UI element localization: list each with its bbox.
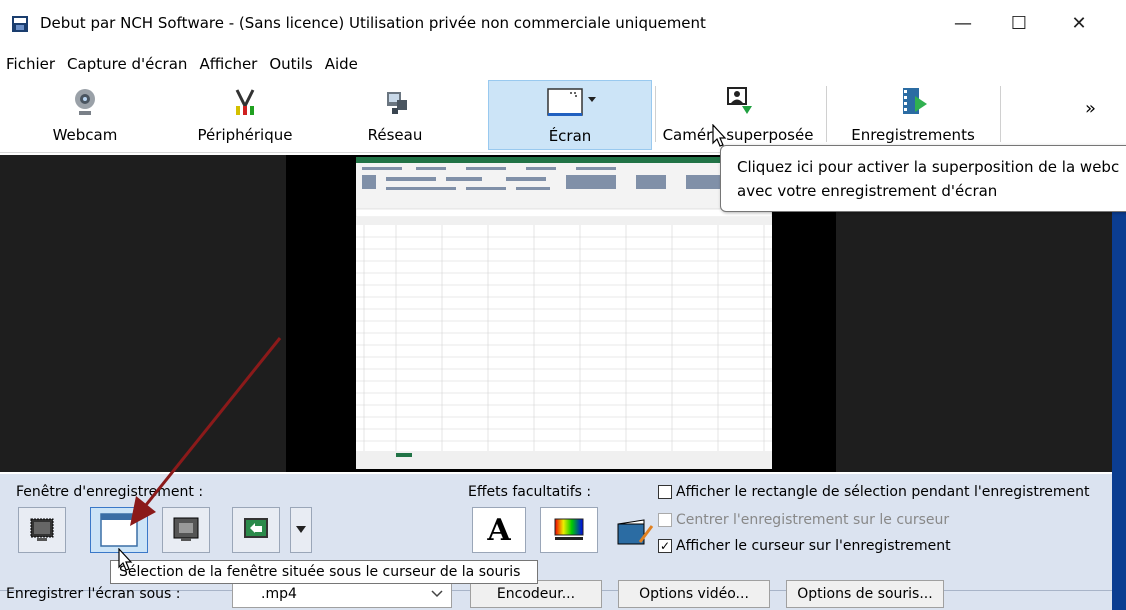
- annotation-arrow: [130, 337, 282, 526]
- toolbar-reseau-label: Réseau: [367, 126, 423, 144]
- save-as-label: Enregistrer l'écran sous :: [6, 586, 181, 602]
- checkbox-box[interactable]: [658, 485, 672, 499]
- window-title: Debut par NCH Software - (Sans licence) …: [40, 14, 706, 32]
- spreadsheet-preview-image: [356, 157, 772, 469]
- network-icon: [387, 92, 407, 114]
- checkbox-box[interactable]: ✓: [658, 539, 672, 553]
- toolbar-reseau[interactable]: Réseau: [350, 80, 440, 150]
- mouse-cursor-icon: [118, 548, 133, 571]
- mouse-cursor-icon: [712, 124, 727, 147]
- toolbar-peripherique-label: Périphérique: [197, 126, 293, 144]
- menu-capture[interactable]: Capture d'écran: [61, 50, 193, 78]
- minimize-button[interactable]: —: [940, 6, 986, 40]
- region-dropdown-button[interactable]: [290, 507, 312, 553]
- chevron-down-icon: [296, 526, 306, 533]
- menu-bar: Fichier Capture d'écran Afficher Outils …: [0, 50, 364, 78]
- desktop-background-strip: [1112, 152, 1126, 610]
- toolbar-webcam[interactable]: Webcam: [40, 80, 130, 150]
- toolbar-separator: [655, 86, 656, 142]
- color-effect-button[interactable]: [540, 507, 598, 553]
- menu-fichier[interactable]: Fichier: [0, 50, 61, 78]
- toolbar-peripherique[interactable]: Périphérique: [190, 80, 300, 150]
- toolbar-enregistrements-label: Enregistrements: [851, 126, 975, 144]
- webcam-icon: [75, 89, 95, 115]
- color-adjust-icon: [554, 518, 584, 540]
- checkbox-show-cursor[interactable]: ✓ Afficher le curseur sur l'enregistreme…: [658, 538, 951, 554]
- select-window-tooltip: Sélection de la fenêtre située sous le c…: [110, 560, 538, 584]
- preview-screen-capture: [356, 157, 772, 469]
- recordings-icon: [903, 88, 927, 114]
- format-select[interactable]: .mp4: [232, 580, 452, 608]
- format-select-value: .mp4: [261, 586, 297, 602]
- toolbar: Webcam Périphérique Réseau Écran Caméra: [0, 80, 1126, 153]
- mouse-options-button[interactable]: Options de souris...: [786, 580, 944, 608]
- video-options-button[interactable]: Options vidéo...: [618, 580, 770, 608]
- checkbox-center-on-cursor[interactable]: Centrer l'enregistrement sur le curseur: [658, 512, 949, 528]
- toolbar-separator: [1000, 86, 1001, 142]
- overlay-camera-tooltip: Cliquez ici pour activer la superpositio…: [720, 145, 1126, 212]
- menu-aide[interactable]: Aide: [319, 50, 364, 78]
- text-effect-button[interactable]: A: [472, 507, 526, 553]
- tooltip-line-2: avec votre enregistrement d'écran: [737, 182, 998, 200]
- checkbox-box[interactable]: [658, 513, 672, 527]
- toolbar-enregistrements[interactable]: Enregistrements: [838, 80, 988, 150]
- close-button[interactable]: ✕: [1056, 6, 1102, 40]
- select-region-icon: [30, 518, 54, 541]
- checkbox-label: Centrer l'enregistrement sur le curseur: [676, 512, 950, 528]
- select-region-button[interactable]: [18, 507, 66, 553]
- menu-outils[interactable]: Outils: [263, 50, 318, 78]
- toolbar-ecran-label: Écran: [548, 127, 592, 145]
- menu-afficher[interactable]: Afficher: [193, 50, 263, 78]
- toolbar-separator: [826, 86, 827, 142]
- encoder-button[interactable]: Encodeur...: [470, 580, 602, 608]
- clapperboard-icon: [617, 519, 654, 545]
- chevron-down-icon: [431, 590, 443, 598]
- overlay-camera-icon: [727, 87, 752, 114]
- toolbar-camera-superposee-label: Caméra superposée: [662, 126, 814, 144]
- maximize-button[interactable]: ☐: [996, 6, 1042, 40]
- toolbar-ecran[interactable]: Écran: [488, 80, 652, 150]
- screen-icon: [547, 88, 596, 116]
- title-bar: Debut par NCH Software - (Sans licence) …: [0, 0, 1126, 44]
- tooltip-line-1: Cliquez ici pour activer la superpositio…: [737, 158, 1120, 176]
- toolbar-camera-superposee[interactable]: Caméra superposée: [658, 80, 818, 150]
- checkbox-label: Afficher le curseur sur l'enregistrement: [676, 538, 951, 554]
- app-icon: [12, 16, 28, 32]
- device-cable-icon: [235, 89, 255, 115]
- effects-label: Effets facultatifs :: [468, 484, 592, 500]
- video-effect-button[interactable]: [612, 512, 656, 552]
- checkbox-label: Afficher le rectangle de sélection penda…: [676, 484, 1090, 500]
- text-effect-icon: A: [487, 512, 511, 548]
- toolbar-more-button[interactable]: »: [1085, 98, 1096, 119]
- checkbox-show-selection-rect[interactable]: Afficher le rectangle de sélection penda…: [658, 484, 1090, 500]
- toolbar-webcam-label: Webcam: [52, 126, 118, 144]
